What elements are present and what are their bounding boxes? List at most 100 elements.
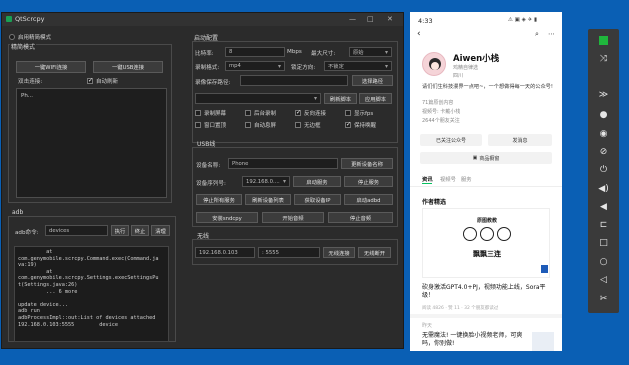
circle-icon[interactable]: ● xyxy=(588,108,619,122)
config-checkbox[interactable]: 自动息屏 xyxy=(245,121,276,129)
auto-refresh-label: 自动刷新 xyxy=(96,79,119,85)
stop-audio-button[interactable]: 停止音频 xyxy=(328,212,393,223)
log-line: adbProcessImpl::out:List of devices atta… xyxy=(18,314,156,321)
screenshot-icon[interactable]: ✂ xyxy=(588,292,619,306)
refresh-devices-button[interactable]: 刷新设备列表 xyxy=(245,194,291,205)
close-button[interactable]: ✕ xyxy=(387,15,393,23)
adb-log-output[interactable]: at com.genymobile.scrcpy.Command.exec(Com… xyxy=(14,246,169,342)
config-checkbox-label: 无边框 xyxy=(304,123,321,129)
article-1-meta: 阅读 4826 · 赞 11 · 32 个朋友都读过 xyxy=(422,306,499,311)
eye-off-icon[interactable]: ⊘ xyxy=(588,145,619,159)
power-icon[interactable]: ⏻ xyxy=(588,163,619,177)
adb-command-input[interactable]: devices xyxy=(45,225,108,236)
checkbox-empty-icon xyxy=(345,110,351,116)
featured-card-image[interactable]: 原图教教 飘飘三连 xyxy=(422,208,550,278)
adb-stop-button[interactable]: 终止 xyxy=(131,225,149,236)
device-ip-input[interactable]: 192.168.0.103 xyxy=(195,247,255,258)
followed-button[interactable]: 已关注公众号 xyxy=(420,134,482,146)
serial-value: 192.168.0.... xyxy=(246,178,280,185)
checkbox-empty-icon xyxy=(245,122,251,128)
device-list[interactable]: Ph... xyxy=(16,88,167,198)
config-checkbox[interactable]: 窗口置顶 xyxy=(195,121,226,129)
device-list-item[interactable]: Ph... xyxy=(21,93,33,99)
serial-select[interactable]: 192.168.0.... xyxy=(242,176,290,187)
back-icon[interactable]: ◁ xyxy=(588,273,619,287)
minimize-button[interactable]: — xyxy=(349,15,356,23)
wireless-connect-button[interactable]: 无线连接 xyxy=(323,247,355,258)
circle-outline-icon[interactable]: ○ xyxy=(588,255,619,269)
install-sndcpy-button[interactable]: 安装sndcpy xyxy=(196,212,258,223)
status-time: 4:33 xyxy=(418,17,433,25)
more-icon[interactable]: ⋯ xyxy=(548,30,555,38)
article-1-title[interactable]: 砍身激活GPT4.0+PJ，视频功能上线，Sora平级！ xyxy=(422,284,552,300)
volume-up-icon[interactable]: ◀) xyxy=(588,182,619,196)
config-checkbox[interactable]: 显示fps xyxy=(345,109,373,117)
bitrate-unit: Mbps xyxy=(287,49,302,55)
lock-orientation-value: 不锁定 xyxy=(328,64,344,70)
log-line: 192.168.0.103:5555 device xyxy=(18,321,118,328)
search-icon[interactable]: ⌕ xyxy=(535,30,539,39)
simple-mode-radio[interactable] xyxy=(9,34,15,40)
config-checkbox[interactable]: 后台录制 xyxy=(245,109,276,117)
one-click-wifi-button[interactable]: 一键WIFI连接 xyxy=(16,61,86,73)
config-checkbox[interactable]: 无边框 xyxy=(295,121,321,129)
config-checkbox[interactable]: 录制屏幕 xyxy=(195,109,226,117)
script-select[interactable] xyxy=(195,93,321,104)
tab-channel[interactable]: 视频号 xyxy=(440,175,456,183)
checkbox-checked-icon: ✓ xyxy=(345,121,352,128)
record-format-label: 录制格式: xyxy=(195,65,220,71)
wireless-disconnect-button[interactable]: 无线断开 xyxy=(358,247,391,258)
config-checkbox-label: 反向连接 xyxy=(304,111,327,117)
store-button[interactable]: ▣ 商品橱窗 xyxy=(420,152,552,164)
stat-articles: 71篇原创内容 xyxy=(422,100,454,106)
bitrate-input[interactable]: 8 xyxy=(225,47,285,57)
use-simple-mode-option[interactable]: 启用精简模式 xyxy=(9,33,51,41)
record-format-select[interactable]: mp4 xyxy=(225,61,285,71)
stop-service-button[interactable]: 停止服务 xyxy=(344,176,393,187)
account-subtitle: 鸡精自律选 xyxy=(453,65,479,71)
stat-followers: 2644个朋友关注 xyxy=(422,118,460,124)
square-icon[interactable]: □ xyxy=(588,236,619,250)
apply-script-button[interactable]: 应用脚本 xyxy=(359,93,392,104)
eye-icon[interactable]: ◉ xyxy=(588,127,619,141)
article-2-thumbnail[interactable] xyxy=(532,332,554,351)
lock-orientation-select[interactable]: 不锁定 xyxy=(324,61,392,71)
start-service-button[interactable]: 启动服务 xyxy=(293,176,341,187)
adb-clear-button[interactable]: 清理 xyxy=(151,225,170,236)
device-name-input[interactable]: Phone xyxy=(228,158,338,169)
stop-all-services-button[interactable]: 停止所有服务 xyxy=(196,194,242,205)
phone-screen[interactable]: 4:33 ⚠ ▣ ◈ ✈ ▮ ‹ ⌕ ⋯ Aiwen小栈 鸡精自律选 四川 请们… xyxy=(410,12,562,351)
auto-refresh-checkbox[interactable]: ✓ 自动刷新 xyxy=(87,77,118,85)
config-checkbox[interactable]: ✓ 反向连接 xyxy=(295,109,326,117)
rotate-icon[interactable]: ⊏ xyxy=(588,218,619,232)
back-arrow-icon[interactable]: ‹ xyxy=(417,29,421,39)
adb-execute-button[interactable]: 执行 xyxy=(111,225,129,236)
get-device-ip-button[interactable]: 获取设备IP xyxy=(294,194,341,205)
tab-divider xyxy=(410,186,562,187)
send-message-button[interactable]: 发消息 xyxy=(488,134,552,146)
avatar[interactable] xyxy=(422,52,446,76)
bitrate-label: 比特率: xyxy=(195,51,214,57)
one-click-usb-button[interactable]: 一键USB连接 xyxy=(93,61,163,73)
stat-channel: 视频号: 卡戴小栈 xyxy=(422,109,461,115)
serial-label: 设备序列号: xyxy=(196,181,226,187)
maximize-button[interactable]: □ xyxy=(367,15,374,23)
device-name-label: 设备名称: xyxy=(196,163,221,169)
refresh-script-button[interactable]: 刷新脚本 xyxy=(324,93,357,104)
fullscreen-icon[interactable]: ⤨ xyxy=(588,52,619,66)
collapse-icon[interactable]: ≫ xyxy=(588,88,619,102)
select-path-button[interactable]: 选择路径 xyxy=(352,75,393,86)
max-size-select[interactable]: 原始 xyxy=(349,47,392,57)
config-checkbox[interactable]: ✓ 保持唤醒 xyxy=(345,121,376,129)
save-path-input[interactable] xyxy=(240,75,348,86)
device-port-input[interactable]: : 5555 xyxy=(258,247,320,258)
update-device-name-button[interactable]: 更新设备名称 xyxy=(341,158,393,169)
article-2-title[interactable]: 无需魔法! 一键换脸小视频老师，可爽吗，你别做! xyxy=(422,332,526,348)
power-indicator-icon[interactable] xyxy=(588,33,619,47)
tab-news[interactable]: 资讯 xyxy=(422,175,433,183)
start-audio-button[interactable]: 开始音频 xyxy=(262,212,324,223)
tab-service[interactable]: 服务 xyxy=(461,175,472,183)
start-adbd-button[interactable]: 启动adbd xyxy=(344,194,393,205)
volume-down-icon[interactable]: ◀ xyxy=(588,200,619,214)
